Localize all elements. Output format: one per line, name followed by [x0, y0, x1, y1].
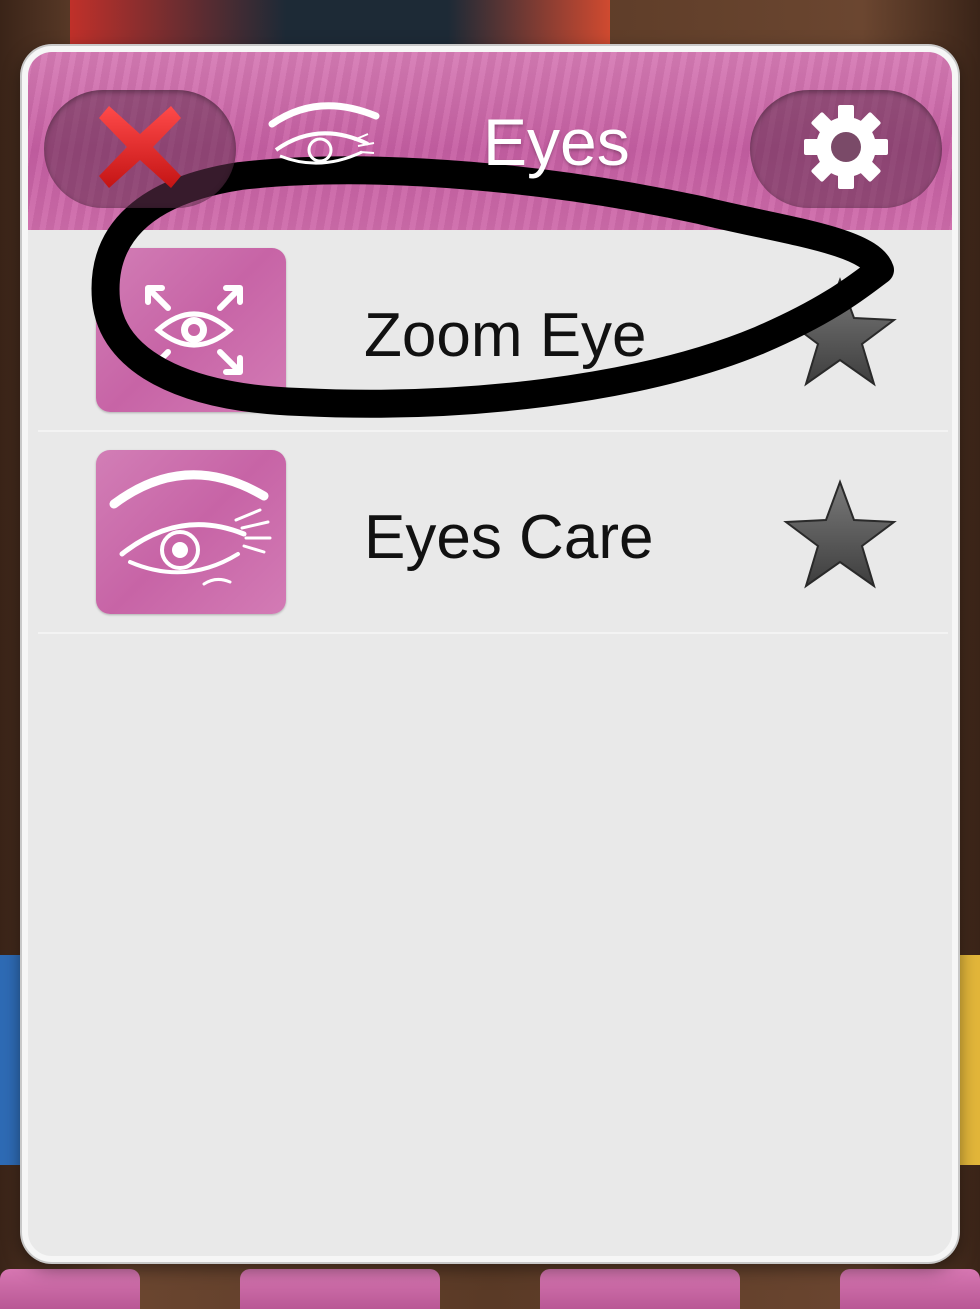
eye-care-icon	[96, 450, 286, 614]
background-tile	[840, 1269, 980, 1309]
zoom-eye-icon	[96, 248, 286, 412]
eyes-popup: Eyes Zoom Eye Eyes Care	[22, 46, 958, 1262]
list-item-label: Zoom Eye	[364, 301, 647, 370]
background-bottom-tiles	[0, 1259, 980, 1309]
list-item-zoom-eye[interactable]: Zoom Eye	[38, 232, 948, 432]
popup-title: Eyes	[483, 105, 630, 179]
background-tile	[240, 1269, 440, 1309]
settings-button[interactable]	[750, 90, 942, 208]
background-tile	[540, 1269, 740, 1309]
background-tile	[0, 1269, 140, 1309]
close-button[interactable]	[44, 90, 236, 208]
star-icon[interactable]	[780, 274, 900, 394]
popup-header: Eyes	[28, 52, 952, 230]
close-x-icon	[95, 102, 185, 197]
list-item-eyes-care[interactable]: Eyes Care	[38, 434, 948, 634]
star-icon[interactable]	[780, 476, 900, 596]
background-tile-right	[956, 955, 980, 1165]
list-item-label: Eyes Care	[364, 503, 654, 572]
gear-icon	[800, 101, 892, 198]
eye-icon	[258, 98, 388, 168]
